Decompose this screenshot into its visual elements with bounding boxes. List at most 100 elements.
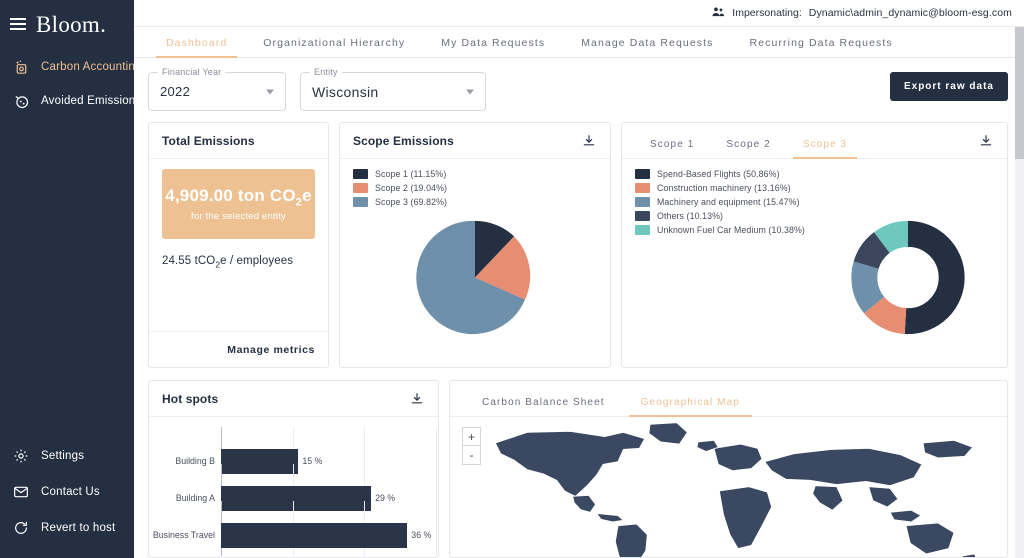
legend-item: Others (10.13%) bbox=[635, 211, 805, 221]
scrollbar-thumb[interactable] bbox=[1015, 27, 1024, 159]
total-emissions-caption: for the selected entity bbox=[191, 211, 286, 223]
chevron-down-icon bbox=[266, 89, 274, 94]
tab-organizational-hierarchy[interactable]: Organizational Hierarchy bbox=[245, 37, 423, 57]
tab-scope-1[interactable]: Scope 1 bbox=[634, 139, 710, 158]
entity-label: Entity bbox=[310, 67, 342, 77]
map-zoom-controls: + - bbox=[462, 427, 481, 465]
legend-swatch bbox=[635, 211, 650, 221]
sidebar-item-label: Settings bbox=[41, 450, 85, 462]
card-title: Hot spots bbox=[162, 391, 219, 406]
legend-item: Machinery and equipment (15.47%) bbox=[635, 197, 805, 207]
tab-recurring-data-requests[interactable]: Recurring Data Requests bbox=[732, 37, 911, 57]
bar-fill bbox=[221, 485, 371, 511]
financial-year-value: 2022 bbox=[160, 84, 191, 99]
cards-row-2: Hot spots Building B 15 % Building A 29 … bbox=[134, 368, 1024, 558]
legend-label: Scope 3 (69.82%) bbox=[375, 197, 448, 207]
legend-label: Unknown Fuel Car Medium (10.38%) bbox=[657, 225, 805, 235]
map-body[interactable]: + - bbox=[450, 417, 1007, 557]
legend-label: Machinery and equipment (15.47%) bbox=[657, 197, 800, 207]
bar-value: 36 % bbox=[411, 530, 432, 540]
bar-label: Business Travel bbox=[152, 530, 215, 540]
total-emissions-hero: 4,909.00 ton CO2e for the selected entit… bbox=[162, 169, 315, 239]
legend-swatch bbox=[635, 225, 650, 235]
tab-my-data-requests[interactable]: My Data Requests bbox=[423, 37, 563, 57]
donut-svg bbox=[851, 221, 965, 335]
card-title: Scope Emissions bbox=[353, 133, 454, 148]
entity-select[interactable]: Entity Wisconsin bbox=[300, 67, 486, 111]
legend-label: Construction machinery (13.16%) bbox=[657, 183, 791, 193]
total-emissions-value: 4,909.00 ton CO2e bbox=[165, 185, 312, 209]
financial-year-select[interactable]: Financial Year 2022 bbox=[148, 67, 286, 111]
legend-label: Scope 2 (19.04%) bbox=[375, 183, 448, 193]
people-icon bbox=[711, 5, 725, 22]
main-tabs: Dashboard Organizational Hierarchy My Da… bbox=[134, 27, 1024, 58]
download-icon[interactable] bbox=[978, 133, 994, 149]
cards-row-1: Total Emissions 4,909.00 ton CO2e for th… bbox=[134, 111, 1024, 368]
scope-emissions-legend: Scope 1 (11.15%) Scope 2 (19.04%) Scope … bbox=[353, 169, 447, 211]
legend-swatch bbox=[353, 169, 368, 179]
total-emissions-card: Total Emissions 4,909.00 ton CO2e for th… bbox=[148, 122, 329, 368]
bar-label: Building A bbox=[175, 493, 215, 503]
carbon-accounting-icon bbox=[12, 58, 30, 76]
sidebar-item-avoided-emissions[interactable]: Avoided Emissions bbox=[0, 84, 141, 118]
legend-swatch bbox=[353, 197, 368, 207]
legend-label: Spend-Based Flights (50.86%) bbox=[657, 169, 780, 179]
sidebar-nav-top: Carbon Accounting Avoided Emissions bbox=[0, 50, 141, 118]
tab-scope-2[interactable]: Scope 2 bbox=[710, 139, 786, 158]
manage-metrics-link[interactable]: Manage metrics bbox=[227, 344, 315, 356]
tab-dashboard[interactable]: Dashboard bbox=[148, 37, 245, 58]
avoided-emissions-icon bbox=[12, 92, 30, 110]
sidebar-item-contact-us[interactable]: Contact Us bbox=[0, 474, 134, 510]
download-icon[interactable] bbox=[581, 133, 597, 149]
tab-geographical-map[interactable]: Geographical Map bbox=[623, 397, 758, 417]
bar-track: 15 % bbox=[221, 426, 438, 482]
sidebar-item-label: Contact Us bbox=[41, 486, 100, 498]
scope-emissions-chart: Scope 1 (11.15%) Scope 2 (19.04%) Scope … bbox=[340, 159, 610, 368]
brand-row: Bloom. bbox=[0, 0, 134, 38]
envelope-icon bbox=[12, 483, 30, 501]
scope3-tabs: Scope 1 Scope 2 Scope 3 bbox=[622, 123, 1007, 159]
total-emissions-header: Total Emissions bbox=[149, 123, 328, 159]
revert-icon bbox=[12, 519, 30, 537]
sidebar-item-settings[interactable]: Settings bbox=[0, 438, 134, 474]
tab-manage-data-requests[interactable]: Manage Data Requests bbox=[563, 37, 731, 57]
legend-label: Others (10.13%) bbox=[657, 211, 724, 221]
card-title: Total Emissions bbox=[162, 133, 255, 148]
legend-swatch bbox=[353, 183, 368, 193]
download-icon[interactable] bbox=[409, 391, 425, 407]
total-emissions-footer: Manage metrics bbox=[149, 331, 328, 367]
impersonating-user: Dynamic\admin_dynamic@bloom-esg.com bbox=[808, 7, 1012, 19]
hamburger-icon[interactable] bbox=[10, 18, 26, 30]
scope3-legend: Spend-Based Flights (50.86%) Constructio… bbox=[635, 169, 805, 239]
export-raw-data-button[interactable]: Export raw data bbox=[889, 72, 1008, 101]
total-emissions-body: 4,909.00 ton CO2e for the selected entit… bbox=[149, 159, 328, 331]
bar-row: Business Travel 36 % bbox=[149, 500, 438, 556]
main-content: Impersonating: Dynamic\admin_dynamic@blo… bbox=[134, 0, 1024, 558]
hot-spots-bar-chart: Building B 15 % Building A 29 % Business… bbox=[149, 417, 438, 557]
topbar: Impersonating: Dynamic\admin_dynamic@blo… bbox=[134, 0, 1024, 27]
gear-icon bbox=[12, 447, 30, 465]
legend-item: Unknown Fuel Car Medium (10.38%) bbox=[635, 225, 805, 235]
world-map bbox=[494, 422, 977, 557]
zoom-in-button[interactable]: + bbox=[462, 427, 481, 446]
legend-label: Scope 1 (11.15%) bbox=[375, 169, 447, 179]
tab-scope-3[interactable]: Scope 3 bbox=[787, 139, 863, 159]
scope3-card: Scope 1 Scope 2 Scope 3 Spend-Based Flig… bbox=[621, 122, 1008, 368]
bar-track: 36 % bbox=[221, 500, 438, 556]
sidebar-item-label: Carbon Accounting bbox=[41, 61, 142, 73]
scope-emissions-pie bbox=[416, 219, 534, 342]
tab-carbon-balance-sheet[interactable]: Carbon Balance Sheet bbox=[464, 397, 623, 416]
legend-item: Scope 3 (69.82%) bbox=[353, 197, 447, 207]
impersonating-banner: Impersonating: Dynamic\admin_dynamic@blo… bbox=[711, 5, 1012, 22]
map-tabs: Carbon Balance Sheet Geographical Map bbox=[450, 381, 1007, 417]
zoom-out-button[interactable]: - bbox=[462, 446, 481, 465]
legend-swatch bbox=[635, 197, 650, 207]
bar-value: 15 % bbox=[302, 456, 323, 466]
pie-svg bbox=[416, 221, 531, 335]
page-scrollbar[interactable] bbox=[1015, 27, 1024, 558]
bar-track: 29 % bbox=[221, 463, 438, 519]
legend-swatch bbox=[635, 183, 650, 193]
sidebar-item-carbon-accounting[interactable]: Carbon Accounting bbox=[0, 50, 141, 84]
gridline bbox=[435, 500, 437, 556]
sidebar-item-revert-to-host[interactable]: Revert to host bbox=[0, 510, 134, 546]
